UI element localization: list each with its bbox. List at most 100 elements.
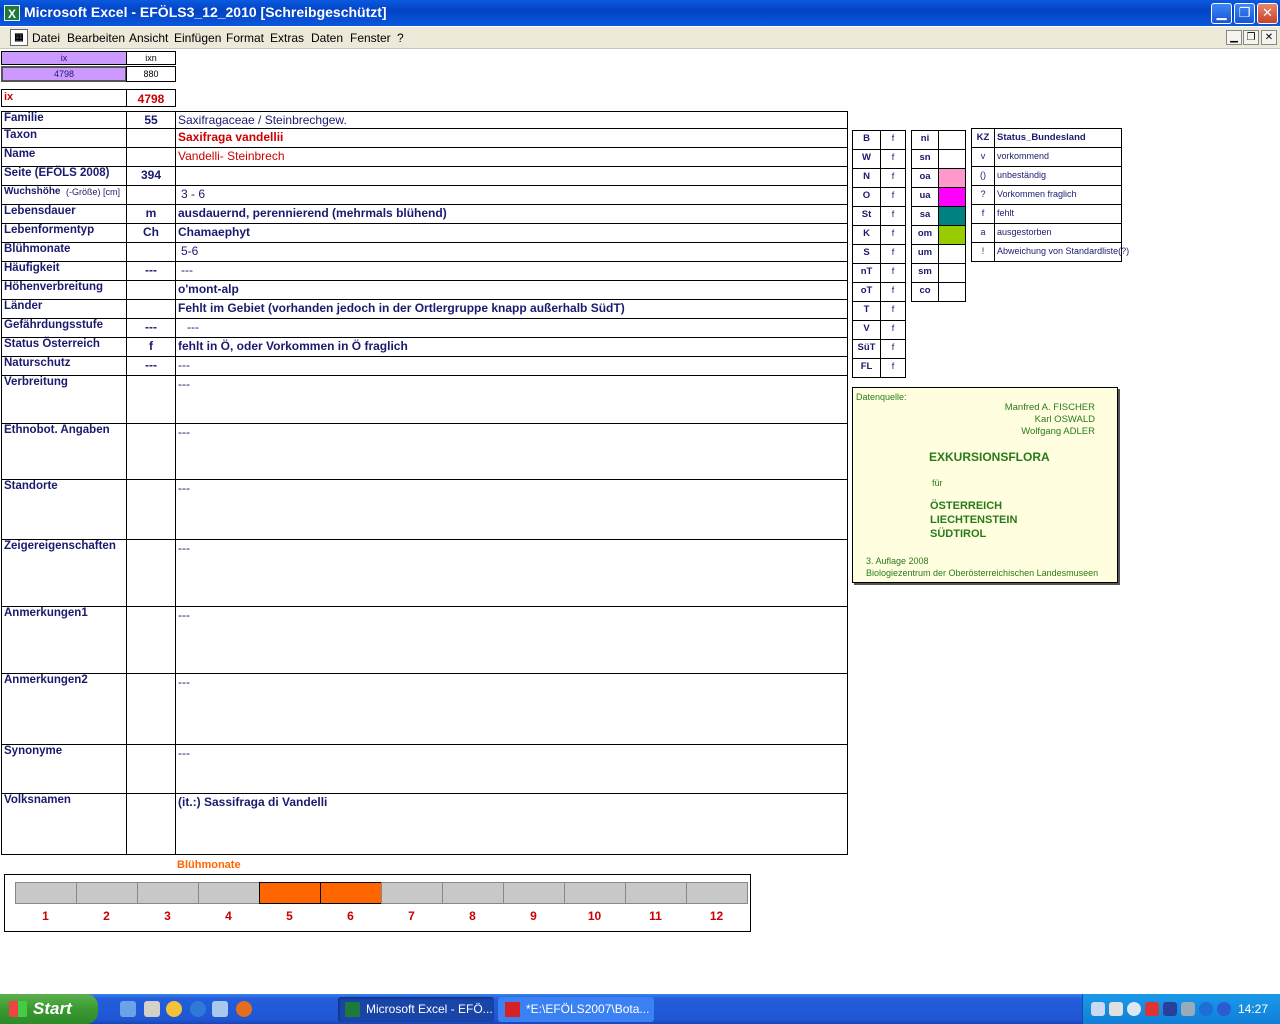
region-code: sa — [919, 209, 931, 220]
region-code: sm — [918, 266, 932, 277]
bundesland-status: f — [891, 361, 895, 371]
doc-minimize-button[interactable]: ▁ — [1226, 30, 1242, 45]
record-value-cell[interactable] — [175, 375, 848, 424]
record-value-cell[interactable] — [175, 744, 848, 794]
record-code-cell — [126, 128, 176, 148]
bundesland-status: f — [891, 304, 895, 314]
record-label: Status Österreich — [4, 338, 100, 350]
bundesland-code: T — [863, 304, 870, 315]
search-icon[interactable] — [1127, 1002, 1141, 1016]
legend-kz: ? — [980, 189, 986, 199]
legend-kz-header: KZ — [976, 132, 990, 143]
maximize-button[interactable]: ❐ — [1234, 3, 1255, 24]
bundesland-status: f — [891, 209, 895, 219]
record-value-cell[interactable] — [175, 185, 848, 205]
menu-fenster[interactable]: Fenster — [350, 31, 391, 45]
info-icon[interactable] — [1199, 1002, 1213, 1016]
desktop-icon[interactable] — [120, 1001, 136, 1017]
document-icon[interactable]: ▦ — [10, 29, 28, 46]
menu-daten[interactable]: Daten — [311, 31, 343, 45]
record-value-cell[interactable] — [175, 606, 848, 674]
messenger-icon[interactable] — [1217, 1002, 1231, 1016]
menu-extras[interactable]: Extras — [270, 31, 304, 45]
bloom-bar-month-10 — [564, 882, 626, 904]
doc-close-button[interactable]: ✕ — [1261, 30, 1277, 45]
record-value-cell[interactable] — [175, 423, 848, 480]
bloom-bar-month-6 — [320, 882, 382, 904]
legend-text: ausgestorben — [997, 227, 1052, 237]
menu-bearbeiten[interactable]: Bearbeiten — [67, 31, 125, 45]
firefox-icon[interactable] — [236, 1001, 252, 1017]
bloom-bar-month-11 — [625, 882, 687, 904]
record-value-cell[interactable] — [175, 261, 848, 281]
bundesland-code: SüT — [857, 342, 876, 353]
task-explorer[interactable]: *E:\EFÖLS2007\Bota... — [498, 997, 654, 1022]
record-label: Häufigkeit — [4, 262, 60, 274]
record-value: --- — [178, 425, 190, 439]
record-code-cell — [126, 423, 176, 480]
region-color-cell — [938, 282, 966, 302]
doc-restore-button[interactable]: ❐ — [1243, 30, 1259, 45]
source-country-2: LIECHTENSTEIN — [930, 514, 1018, 526]
legend-kz: a — [980, 227, 986, 237]
internet-explorer-icon[interactable] — [190, 1001, 206, 1017]
menu-ansicht[interactable]: Ansicht — [129, 31, 168, 45]
menu-help[interactable]: ? — [397, 31, 404, 45]
record-label: Name — [4, 148, 36, 160]
bundesland-code: nT — [860, 266, 873, 277]
clock: 14:27 — [1237, 1002, 1268, 1016]
record-value-cell[interactable] — [175, 673, 848, 745]
menu-datei[interactable]: Datei — [32, 31, 60, 45]
record-value-cell[interactable] — [175, 242, 848, 262]
bundesland-code: V — [863, 323, 870, 334]
start-label: Start — [33, 999, 72, 1018]
bundesland-status: f — [891, 323, 895, 333]
bundesland-code: St — [861, 209, 872, 220]
close-button[interactable]: ✕ — [1257, 3, 1278, 24]
bloom-chart: 1 2 3 4 5 6 7 8 9 10 11 12 — [4, 874, 751, 932]
excel-icon[interactable]: X — [4, 5, 20, 21]
record-code-cell — [126, 673, 176, 745]
record-label: Lebensdauer — [4, 205, 76, 217]
network-icon[interactable] — [1091, 1002, 1105, 1016]
record-value-cell[interactable] — [175, 280, 848, 300]
media-player-icon[interactable] — [166, 1001, 182, 1017]
sync-icon[interactable] — [1181, 1002, 1195, 1016]
security-icon[interactable] — [1145, 1002, 1159, 1016]
ixn-value: 880 — [143, 69, 159, 79]
ix-value-cell[interactable]: 4798 — [1, 66, 127, 82]
source-country-1: ÖSTERREICH — [930, 500, 1003, 512]
explorer-icon[interactable] — [144, 1001, 160, 1017]
ixn-value-cell[interactable]: 880 — [126, 66, 176, 82]
volume-icon[interactable] — [1109, 1002, 1123, 1016]
record-code: --- — [145, 263, 157, 277]
record-value-cell[interactable] — [175, 318, 848, 338]
record-code: --- — [145, 320, 157, 334]
record-code-cell — [126, 147, 176, 167]
bloom-month-label-5: 5 — [286, 909, 293, 923]
region-code: ni — [920, 133, 930, 144]
start-button[interactable]: Start — [0, 994, 98, 1024]
record-value: --- — [178, 675, 190, 689]
ix-label-cell: ix — [1, 89, 127, 107]
worksheet[interactable]: ix ixn 4798 880 ix 4798 Familie 55 Saxifra… — [0, 50, 1280, 990]
source-label: Datenquelle: — [856, 392, 907, 402]
outlook-icon[interactable] — [212, 1001, 228, 1017]
bundesland-status: f — [891, 228, 895, 238]
menu-format[interactable]: Format — [226, 31, 264, 45]
record-value-cell[interactable] — [175, 539, 848, 607]
shield-icon[interactable] — [1163, 1002, 1177, 1016]
record-value-cell[interactable] — [175, 166, 848, 186]
task-excel[interactable]: Microsoft Excel - EFÖ... — [338, 997, 494, 1022]
region-color-cell — [938, 244, 966, 264]
record-label: Lebenformentyp — [4, 224, 95, 236]
record-label: Ethnobot. Angaben — [4, 424, 110, 436]
menu-einfuegen[interactable]: Einfügen — [174, 31, 221, 45]
minimize-button[interactable]: ▁ — [1211, 3, 1232, 24]
record-value-cell[interactable] — [175, 223, 848, 243]
legend-kz: f — [981, 208, 985, 218]
record-value-cell[interactable] — [175, 479, 848, 540]
bloom-chart-title: Blühmonate — [177, 859, 241, 871]
bloom-month-label-12: 12 — [709, 909, 724, 923]
record-value-cell[interactable] — [175, 356, 848, 376]
